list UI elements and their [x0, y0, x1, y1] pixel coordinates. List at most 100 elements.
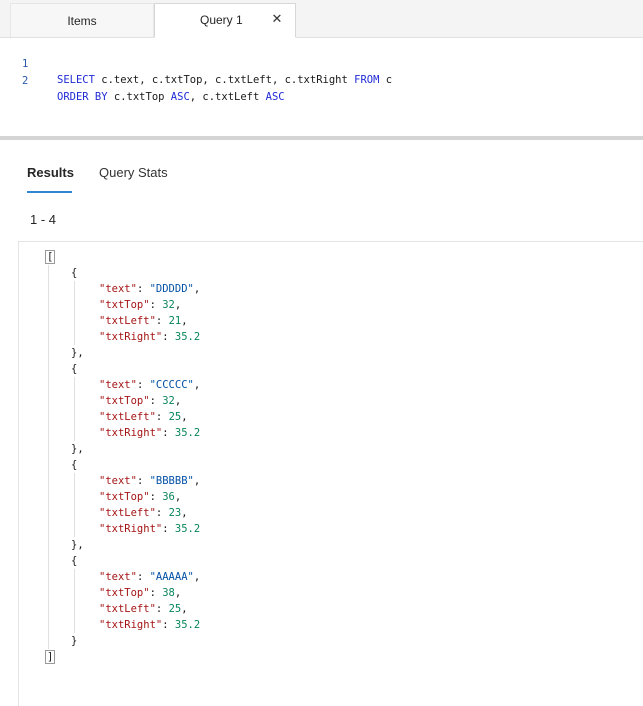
json-key: "txtLeft"	[99, 315, 156, 327]
close-icon[interactable]: ✕	[271, 11, 283, 27]
json-comma: ,	[174, 587, 182, 599]
json-key: "txtTop"	[99, 395, 150, 407]
array-bracket: ]	[45, 650, 56, 664]
json-key: "txtLeft"	[99, 603, 156, 615]
json-string-value: "DDDDD"	[149, 283, 194, 295]
json-key: "txtTop"	[99, 299, 150, 311]
keyword-token: ASC	[170, 91, 190, 103]
json-property: "txtTop": 32,	[99, 297, 181, 313]
query-editor[interactable]: 1 SELECT c.text, c.txtTop, c.txtLeft, c.…	[0, 38, 643, 136]
json-key: "txtTop"	[99, 587, 150, 599]
json-property: "text": "CCCCC",	[99, 377, 200, 393]
json-array-open: [	[45, 249, 56, 265]
json-number-value: 38	[162, 587, 175, 599]
json-property: "text": "AAAAA",	[99, 569, 200, 585]
code-token: c	[379, 74, 393, 86]
json-colon: :	[162, 331, 175, 343]
json-number-value: 32	[162, 299, 175, 311]
object-brace: },	[71, 539, 84, 551]
json-colon: :	[136, 379, 150, 391]
json-colon: :	[162, 523, 175, 535]
json-string-value: "CCCCC"	[149, 379, 194, 391]
json-number-value: 35.2	[174, 427, 201, 439]
tab-results[interactable]: Results	[27, 165, 74, 181]
line-number: 2	[22, 75, 29, 87]
json-property: "txtLeft": 23,	[99, 505, 188, 521]
indent-guide	[74, 473, 75, 537]
object-brace: {	[71, 459, 78, 471]
json-colon: :	[162, 619, 175, 631]
indent-guide	[48, 265, 49, 649]
json-number-value: 21	[168, 315, 182, 327]
json-number-value: 25	[168, 411, 182, 423]
tab-items[interactable]: Items	[10, 3, 154, 37]
tab-query-1-label: Query 1	[200, 13, 243, 27]
json-key: "txtTop"	[99, 491, 150, 503]
object-brace: {	[71, 555, 78, 567]
json-number-value: 23	[168, 507, 182, 519]
json-object-open: {	[71, 457, 77, 473]
query-editor-window: Items Query 1 ✕ 1 SELECT c.text, c.txtTo…	[0, 0, 643, 706]
object-brace: {	[71, 267, 78, 279]
object-brace: {	[71, 363, 78, 375]
json-colon: :	[136, 571, 150, 583]
json-key: "txtLeft"	[99, 411, 156, 423]
json-object-open: {	[71, 361, 77, 377]
tab-query-1[interactable]: Query 1 ✕	[154, 3, 296, 38]
json-colon: :	[155, 315, 169, 327]
json-comma: ,	[174, 491, 182, 503]
json-property: "txtRight": 35.2	[99, 521, 200, 537]
tab-strip: Items Query 1 ✕	[0, 0, 643, 38]
keyword-token: ORDER BY	[57, 91, 108, 103]
json-object-open: {	[71, 553, 77, 569]
json-colon: :	[162, 427, 175, 439]
json-number-value: 35.2	[174, 331, 201, 343]
json-colon: :	[136, 283, 150, 295]
results-json-viewer[interactable]: [{"text": "DDDDD", "txtTop": 32, "txtLeft"…	[18, 241, 643, 706]
json-key: "txtRight"	[99, 427, 163, 439]
json-array-close: ]	[45, 649, 56, 665]
json-object-close: }	[71, 633, 77, 649]
json-number-value: 32	[162, 395, 175, 407]
indent-guide	[74, 281, 75, 345]
json-key: "text"	[99, 475, 137, 487]
json-property: "text": "DDDDD",	[99, 281, 200, 297]
json-comma: ,	[193, 283, 201, 295]
json-colon: :	[155, 507, 169, 519]
json-colon: :	[149, 299, 163, 311]
json-number-value: 36	[162, 491, 175, 503]
json-key: "txtRight"	[99, 331, 163, 343]
json-key: "txtRight"	[99, 619, 163, 631]
tab-query-stats[interactable]: Query Stats	[99, 165, 168, 181]
splitter-handle[interactable]	[0, 136, 643, 140]
json-comma: ,	[181, 603, 188, 615]
json-key: "text"	[99, 571, 137, 583]
object-brace: },	[71, 347, 84, 359]
result-range: 1 - 4	[30, 212, 57, 227]
editor-line: 1 SELECT c.text, c.txtTop, c.txtLeft, c.…	[0, 40, 392, 86]
json-comma: ,	[174, 299, 182, 311]
json-string-value: "AAAAA"	[149, 571, 194, 583]
json-colon: :	[136, 475, 150, 487]
editor-line: 2 ORDER BY c.txtTop ASC, c.txtLeft ASC	[0, 57, 285, 103]
json-property: "txtRight": 35.2	[99, 329, 200, 345]
json-colon: :	[155, 603, 169, 615]
keyword-token: SELECT	[57, 74, 95, 86]
json-colon: :	[149, 491, 163, 503]
json-comma: ,	[181, 411, 188, 423]
line-code[interactable]: SELECT c.text, c.txtTop, c.txtLeft, c.tx…	[57, 72, 392, 88]
json-comma: ,	[193, 379, 201, 391]
json-colon: :	[149, 587, 163, 599]
json-object-open: {	[71, 265, 77, 281]
json-colon: :	[155, 411, 169, 423]
json-comma: ,	[181, 315, 188, 327]
json-property: "txtLeft": 25,	[99, 601, 188, 617]
json-property: "txtLeft": 25,	[99, 409, 188, 425]
json-property: "txtTop": 32,	[99, 393, 181, 409]
json-comma: ,	[193, 571, 201, 583]
json-key: "text"	[99, 379, 137, 391]
array-bracket: [	[45, 250, 56, 264]
json-key: "txtLeft"	[99, 507, 156, 519]
line-code[interactable]: ORDER BY c.txtTop ASC, c.txtLeft ASC	[57, 89, 285, 105]
code-token: c.text, c.txtTop, c.txtLeft, c.txtRight	[94, 74, 355, 86]
